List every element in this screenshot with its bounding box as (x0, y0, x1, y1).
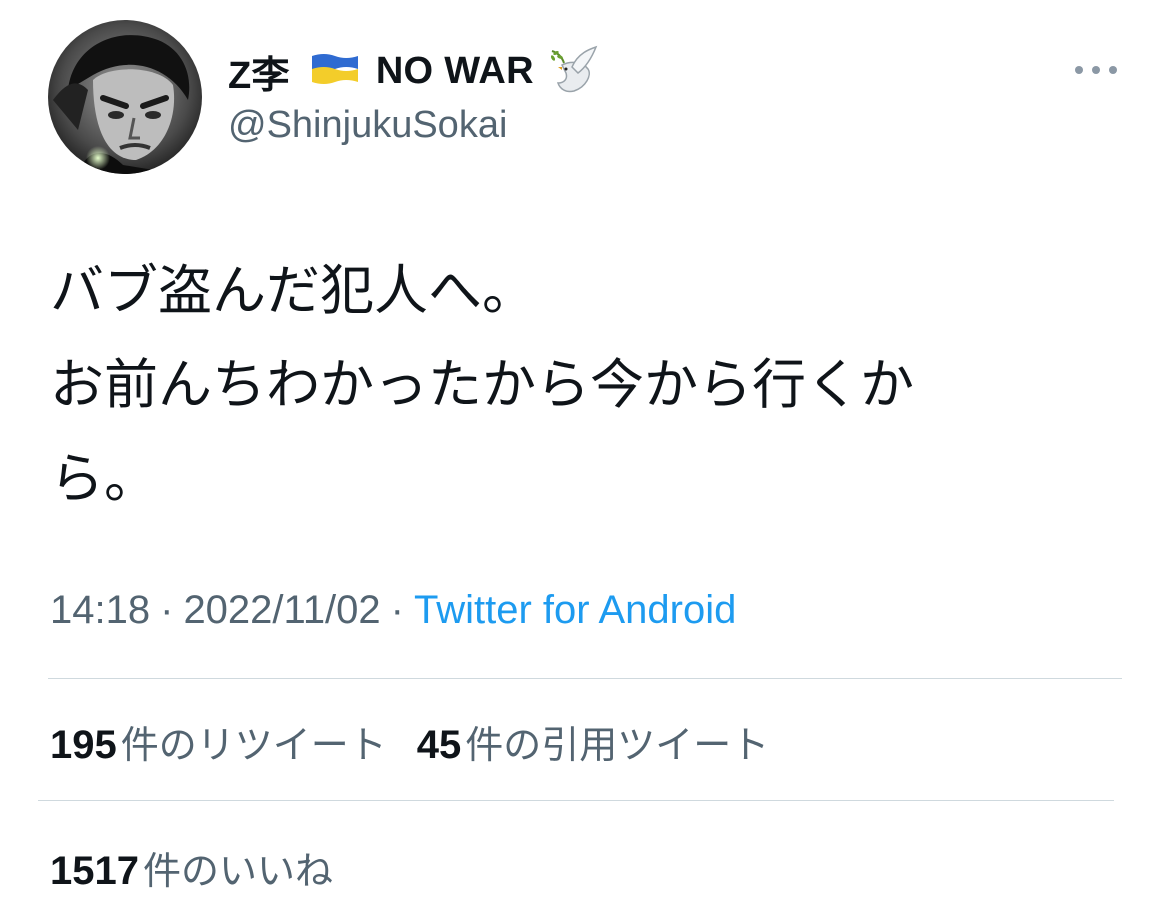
quote-tweets-stat[interactable]: 45 件の引用ツイート (417, 714, 770, 769)
quotes-label: 件の引用ツイート (465, 723, 770, 767)
divider (48, 678, 1122, 679)
likes-label: 件のいいね (142, 849, 333, 893)
tweet-text-line: ら。 (50, 447, 158, 510)
tweet-text-line: お前んちわかったから今から行くか (50, 353, 914, 416)
meta-separator: · (160, 588, 174, 632)
more-dots-icon (1075, 66, 1117, 74)
tweet-time[interactable]: 14:18 (50, 588, 150, 632)
dove-icon (542, 43, 598, 99)
quotes-count: 45 (416, 723, 462, 767)
display-name-prefix: Z李 (228, 54, 290, 97)
retweets-count: 195 (50, 723, 117, 767)
avatar[interactable] (48, 20, 202, 174)
meta-separator: · (390, 588, 404, 632)
tweet-meta: 14:18 · 2022/11/02 · Twitter for Android (50, 588, 736, 633)
tweet-source-link[interactable]: Twitter for Android (414, 588, 736, 632)
display-name-row[interactable]: Z李 NO WAR (228, 42, 598, 100)
display-name-suffix: NO WAR (375, 49, 534, 92)
retweets-stat[interactable]: 195 件のリツイート (50, 714, 387, 769)
likes-stats-row: 1517 件のいいね (50, 840, 333, 895)
likes-count: 1517 (50, 849, 139, 893)
more-options-button[interactable] (1068, 54, 1124, 86)
tweet-text-line: バブ盗んだ犯人へ。 (50, 259, 536, 322)
divider (38, 800, 1114, 801)
engagement-stats-row: 195 件のリツイート 45 件の引用ツイート (50, 714, 769, 769)
tweet-date[interactable]: 2022/11/02 (183, 588, 380, 632)
retweets-label: 件のリツイート (120, 723, 387, 767)
avatar-image (48, 20, 202, 174)
tweet-text: バブ盗んだ犯人へ。 お前んちわかったから今から行くか ら。 (50, 244, 1060, 526)
ukraine-flag-icon (310, 52, 360, 86)
user-handle[interactable]: @ShinjukuSokai (228, 104, 507, 147)
likes-stat[interactable]: 1517 件のいいね (50, 840, 333, 895)
